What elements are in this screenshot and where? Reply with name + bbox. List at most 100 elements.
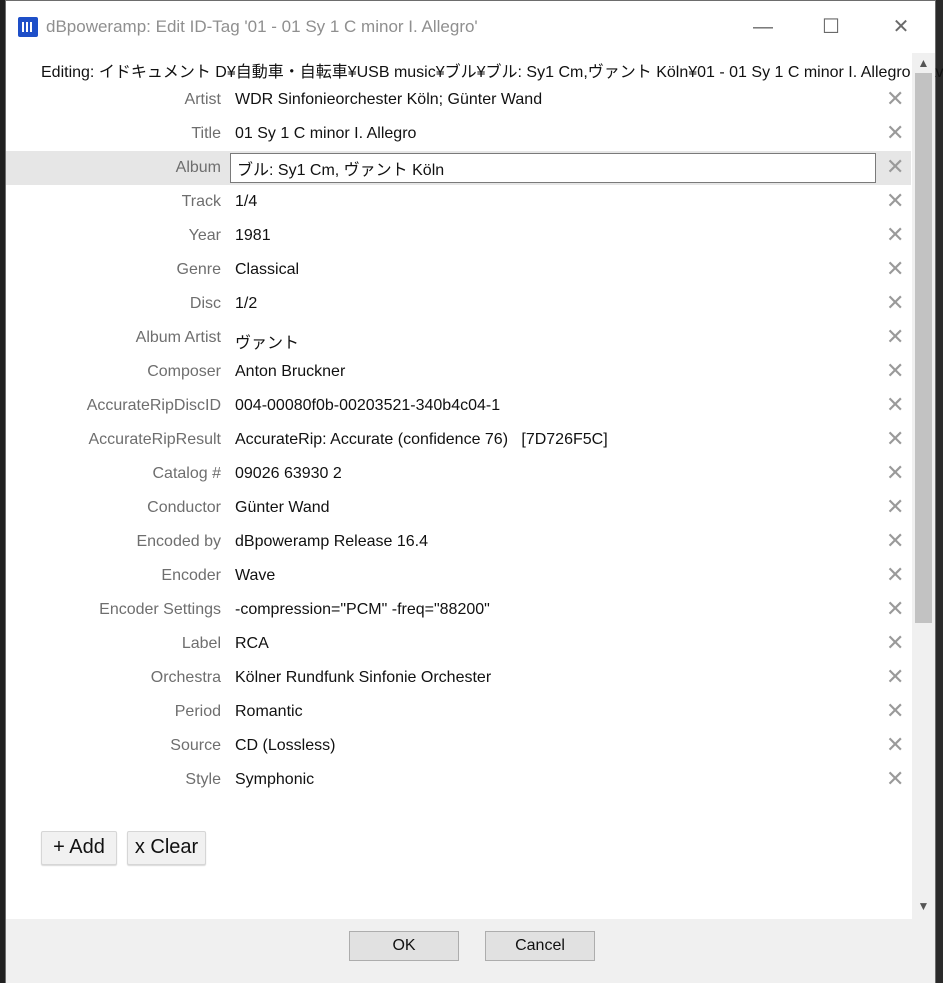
field-row-period[interactable]: Period Romantic ✕ bbox=[6, 695, 911, 729]
field-value[interactable]: 09026 63930 2 bbox=[235, 465, 342, 483]
field-value[interactable]: Wave bbox=[235, 567, 275, 585]
scroll-up-icon[interactable]: ▲ bbox=[912, 53, 935, 73]
cancel-button[interactable]: Cancel bbox=[485, 931, 595, 961]
editing-path: Editing: イドキュメント D¥自動車・自転車¥USB music¥ブル¥… bbox=[41, 64, 943, 81]
field-row-encoder[interactable]: Encoder Wave ✕ bbox=[6, 559, 911, 593]
album-input[interactable] bbox=[230, 153, 876, 183]
delete-field-icon[interactable]: ✕ bbox=[886, 325, 904, 349]
field-row-conductor[interactable]: Conductor Günter Wand ✕ bbox=[6, 491, 911, 525]
delete-field-icon[interactable]: ✕ bbox=[886, 631, 904, 655]
delete-field-icon[interactable]: ✕ bbox=[886, 223, 904, 247]
add-field-button[interactable]: + Add bbox=[41, 831, 117, 865]
field-label: Conductor bbox=[147, 499, 221, 516]
delete-field-icon[interactable]: ✕ bbox=[886, 257, 904, 281]
field-row-accuraterip-disc-id[interactable]: AccurateRipDiscID 004-00080f0b-00203521-… bbox=[6, 389, 911, 423]
field-row-track[interactable]: Track 1/4 ✕ bbox=[6, 185, 911, 219]
close-button[interactable]: ✕ bbox=[878, 11, 924, 43]
delete-field-icon[interactable]: ✕ bbox=[886, 461, 904, 485]
delete-field-icon[interactable]: ✕ bbox=[886, 563, 904, 587]
field-row-year[interactable]: Year 1981 ✕ bbox=[6, 219, 911, 253]
delete-field-icon[interactable]: ✕ bbox=[886, 291, 904, 315]
field-value[interactable]: RCA bbox=[235, 635, 269, 653]
field-label: Album Artist bbox=[135, 329, 221, 346]
field-value[interactable]: Symphonic bbox=[235, 771, 314, 789]
field-row-orchestra[interactable]: Orchestra Kölner Rundfunk Sinfonie Orche… bbox=[6, 661, 911, 695]
field-label: Year bbox=[188, 227, 221, 244]
field-label: Composer bbox=[147, 363, 221, 380]
delete-field-icon[interactable]: ✕ bbox=[886, 427, 904, 451]
field-value[interactable]: 004-00080f0b-00203521-340b4c04-1 bbox=[235, 397, 500, 415]
delete-field-icon[interactable]: ✕ bbox=[886, 189, 904, 213]
field-value[interactable]: -compression="PCM" -freq="88200" bbox=[235, 601, 490, 619]
field-label: Artist bbox=[184, 91, 221, 108]
field-label: Encoded by bbox=[136, 533, 221, 550]
delete-field-icon[interactable]: ✕ bbox=[886, 359, 904, 383]
delete-field-icon[interactable]: ✕ bbox=[886, 155, 904, 179]
field-label: Track bbox=[181, 193, 221, 210]
field-row-source[interactable]: Source CD (Lossless) ✕ bbox=[6, 729, 911, 763]
field-value[interactable]: AccurateRip: Accurate (confidence 76) [7… bbox=[235, 431, 608, 449]
field-label: Label bbox=[181, 635, 221, 652]
field-row-label[interactable]: Label RCA ✕ bbox=[6, 627, 911, 661]
scrollbar-thumb[interactable] bbox=[915, 73, 932, 623]
delete-field-icon[interactable]: ✕ bbox=[886, 767, 904, 791]
field-value[interactable]: 1/2 bbox=[235, 295, 257, 313]
delete-field-icon[interactable]: ✕ bbox=[886, 597, 904, 621]
clear-fields-button[interactable]: x Clear bbox=[127, 831, 206, 865]
field-value[interactable]: 1981 bbox=[235, 227, 271, 245]
delete-field-icon[interactable]: ✕ bbox=[886, 699, 904, 723]
field-value[interactable]: WDR Sinfonieorchester Köln; Günter Wand bbox=[235, 91, 542, 109]
field-row-disc[interactable]: Disc 1/2 ✕ bbox=[6, 287, 911, 321]
field-value[interactable]: 01 Sy 1 C minor I. Allegro bbox=[235, 125, 416, 143]
field-value[interactable]: dBpoweramp Release 16.4 bbox=[235, 533, 428, 551]
dbpoweramp-app-icon bbox=[18, 17, 38, 37]
delete-field-icon[interactable]: ✕ bbox=[886, 87, 904, 111]
field-row-encoded-by[interactable]: Encoded by dBpoweramp Release 16.4 ✕ bbox=[6, 525, 911, 559]
field-label: Period bbox=[174, 703, 221, 720]
delete-field-icon[interactable]: ✕ bbox=[886, 733, 904, 757]
maximize-button[interactable]: ☐ bbox=[808, 11, 854, 43]
field-value[interactable]: Romantic bbox=[235, 703, 303, 721]
field-label: Genre bbox=[176, 261, 221, 278]
field-label: AccurateRipDiscID bbox=[86, 397, 221, 414]
field-row-album[interactable]: Album ✕ bbox=[6, 151, 911, 185]
field-row-catalog[interactable]: Catalog # 09026 63930 2 ✕ bbox=[6, 457, 911, 491]
field-value[interactable]: Anton Bruckner bbox=[235, 363, 345, 381]
field-label: Encoder Settings bbox=[99, 601, 221, 618]
field-value[interactable]: 1/4 bbox=[235, 193, 257, 211]
delete-field-icon[interactable]: ✕ bbox=[886, 121, 904, 145]
field-value[interactable]: Günter Wand bbox=[235, 499, 330, 517]
minimize-button[interactable]: — bbox=[740, 11, 786, 43]
delete-field-icon[interactable]: ✕ bbox=[886, 529, 904, 553]
tag-field-list: Artist WDR Sinfonieorchester Köln; Günte… bbox=[6, 83, 911, 797]
field-label: Encoder bbox=[161, 567, 221, 584]
window-title: dBpoweramp: Edit ID-Tag '01 - 01 Sy 1 C … bbox=[46, 17, 478, 36]
title-bar: dBpoweramp: Edit ID-Tag '01 - 01 Sy 1 C … bbox=[6, 1, 935, 53]
field-label: Source bbox=[170, 737, 221, 754]
vertical-scrollbar[interactable]: ▲ ▼ bbox=[912, 53, 935, 919]
field-value[interactable]: Kölner Rundfunk Sinfonie Orchester bbox=[235, 669, 491, 687]
field-label: Disc bbox=[189, 295, 221, 312]
scroll-down-icon[interactable]: ▼ bbox=[912, 896, 935, 916]
delete-field-icon[interactable]: ✕ bbox=[886, 393, 904, 417]
field-row-encoder-settings[interactable]: Encoder Settings -compression="PCM" -fre… bbox=[6, 593, 911, 627]
background-desktop-right bbox=[936, 0, 943, 983]
field-row-accuraterip-result[interactable]: AccurateRipResult AccurateRip: Accurate … bbox=[6, 423, 911, 457]
field-label: Catalog # bbox=[152, 465, 222, 482]
ok-button[interactable]: OK bbox=[349, 931, 459, 961]
delete-field-icon[interactable]: ✕ bbox=[886, 665, 904, 689]
field-value[interactable]: CD (Lossless) bbox=[235, 737, 335, 755]
field-label: Album bbox=[175, 159, 221, 176]
field-row-title[interactable]: Title 01 Sy 1 C minor I. Allegro ✕ bbox=[6, 117, 911, 151]
edit-tag-dialog: dBpoweramp: Edit ID-Tag '01 - 01 Sy 1 C … bbox=[5, 0, 943, 983]
delete-field-icon[interactable]: ✕ bbox=[886, 495, 904, 519]
field-row-album-artist[interactable]: Album Artist ヴァント ✕ bbox=[6, 321, 911, 355]
field-value[interactable]: ヴァント bbox=[235, 329, 299, 353]
field-value[interactable]: Classical bbox=[235, 261, 299, 279]
field-label: Orchestra bbox=[150, 669, 221, 686]
field-row-style[interactable]: Style Symphonic ✕ bbox=[6, 763, 911, 797]
field-row-artist[interactable]: Artist WDR Sinfonieorchester Köln; Günte… bbox=[6, 83, 911, 117]
field-row-genre[interactable]: Genre Classical ✕ bbox=[6, 253, 911, 287]
field-row-composer[interactable]: Composer Anton Bruckner ✕ bbox=[6, 355, 911, 389]
field-label: Title bbox=[191, 125, 221, 142]
